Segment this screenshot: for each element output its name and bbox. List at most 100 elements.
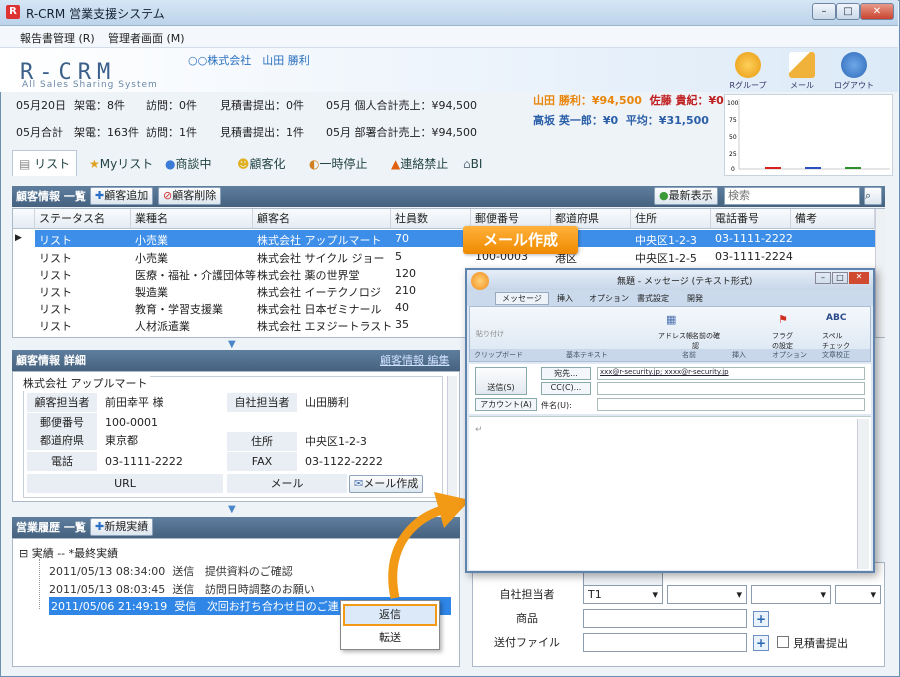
cell: 株式会社 アップルマート bbox=[257, 234, 382, 247]
history-subject: 提供資料のご確認 bbox=[204, 565, 293, 578]
sales-ranking: 山田 勝利：¥94,500 佐藤 貴紀：¥0 高坂 英一郎：¥0 平均：¥31,… bbox=[533, 92, 724, 128]
flag-icon: ⚑ bbox=[778, 313, 788, 326]
col-address[interactable]: 住所 bbox=[631, 209, 711, 229]
minimize-button[interactable]: – bbox=[812, 3, 836, 20]
col-industry[interactable]: 業種名 bbox=[131, 209, 253, 229]
attach-input[interactable] bbox=[583, 633, 747, 652]
close-button[interactable]: ✕ bbox=[860, 3, 894, 20]
mail-maximize-button[interactable]: □ bbox=[832, 272, 848, 284]
refresh-button[interactable]: ●最新表示 bbox=[654, 187, 718, 205]
owner-select-value: T1 bbox=[588, 588, 602, 601]
tab-list[interactable]: ▤ リスト bbox=[12, 150, 78, 176]
menu-reports[interactable]: 報告書管理 (R) bbox=[20, 30, 95, 46]
to-button[interactable]: 宛先... bbox=[541, 367, 591, 380]
select-2[interactable]: ▾ bbox=[667, 585, 747, 604]
search-input[interactable] bbox=[724, 187, 860, 205]
mail-close-button[interactable]: ✕ bbox=[849, 272, 869, 284]
mail-minimize-button[interactable]: – bbox=[815, 272, 831, 284]
mail-label: メール bbox=[790, 81, 814, 90]
ribbon-tab-options[interactable]: オプション bbox=[589, 293, 629, 304]
forward-menu-item[interactable]: 転送 bbox=[343, 628, 437, 648]
ribbon-tab-message[interactable]: メッセージ bbox=[495, 292, 549, 305]
add-product-button[interactable]: + bbox=[753, 611, 769, 627]
stat-month-calls: 架電：163件 bbox=[74, 126, 139, 139]
col-notes[interactable]: 備考 bbox=[791, 209, 875, 229]
edit-customer-link[interactable]: 顧客情報 編集 bbox=[380, 350, 450, 371]
chevron-down-icon: ▾ bbox=[736, 588, 742, 601]
splitter-arrow-icon[interactable]: ▼ bbox=[228, 504, 236, 515]
owner-select[interactable]: T1 ▾ bbox=[583, 585, 663, 604]
table-row[interactable]: リスト 小売業 株式会社 サイクル ジョー 5 100-0003 港区 中央区1-2-5 03… bbox=[35, 248, 875, 265]
cell: 5 bbox=[395, 250, 402, 263]
cell: リスト bbox=[39, 269, 72, 282]
mail-body[interactable]: ↵ bbox=[469, 416, 871, 570]
group-icon bbox=[735, 52, 761, 78]
spell-label[interactable]: スペル チェック bbox=[822, 331, 850, 351]
col-phone[interactable]: 電話番号 bbox=[711, 209, 791, 229]
group-button[interactable]: Rグループ bbox=[728, 52, 768, 91]
tree-root[interactable]: ⊟ 実績 -- *最終実績 bbox=[19, 545, 118, 561]
prefecture-label: 都道府県 bbox=[27, 431, 97, 450]
history-item[interactable]: 2011/05/13 08:03:45 送信 訪問日時調整のお願い bbox=[49, 581, 315, 597]
quote-checkbox[interactable] bbox=[777, 636, 789, 648]
history-date: 2011/05/13 08:34:00 bbox=[49, 565, 166, 578]
add-customer-label: 顧客追加 bbox=[104, 189, 149, 202]
splitter-arrow-icon[interactable]: ▼ bbox=[228, 339, 236, 350]
product-input[interactable] bbox=[583, 609, 747, 628]
select-3[interactable]: ▾ bbox=[751, 585, 831, 604]
cell: リスト bbox=[39, 320, 72, 333]
ribbon-tab-developer[interactable]: 開発 bbox=[687, 293, 703, 304]
tab-negotiating[interactable]: ●商談中 bbox=[158, 150, 219, 176]
address-label: 住所 bbox=[227, 432, 297, 451]
delete-customer-button[interactable]: ⊘顧客削除 bbox=[158, 187, 222, 205]
tab-bi[interactable]: ⌂BI bbox=[456, 150, 489, 176]
send-button[interactable]: 送信(S) bbox=[475, 367, 527, 395]
cc-button[interactable]: CC(C)... bbox=[541, 382, 591, 395]
mail-button[interactable]: メール bbox=[782, 52, 822, 91]
table-row[interactable]: リスト 小売業 株式会社 アップルマート 70 中央区1-2-3 03-1111-2222 bbox=[35, 230, 875, 247]
cell: 35 bbox=[395, 318, 409, 331]
tab-mylist[interactable]: ★Myリスト bbox=[82, 150, 160, 176]
tab-paused[interactable]: ◐一時停止 bbox=[302, 150, 375, 176]
new-record-button[interactable]: ✚新規実績 bbox=[90, 518, 154, 536]
office-button-icon[interactable] bbox=[471, 272, 489, 290]
check-names-label[interactable]: 名前の確認 bbox=[692, 331, 722, 351]
record-form-panel: 自社担当者 T1 ▾ ▾ ▾ ▾ 商品 + 送付ファイル + 見積書提出 bbox=[472, 562, 885, 667]
group-proofing: 文章校正 bbox=[822, 351, 850, 359]
menu-bar: 報告書管理 (R) 管理者画面 (M) bbox=[0, 26, 898, 48]
cell: 株式会社 日本ゼミナール bbox=[257, 303, 382, 316]
body-cursor: ↵ bbox=[475, 425, 483, 435]
col-customer[interactable]: 顧客名 bbox=[253, 209, 391, 229]
paste-label[interactable]: 貼り付け bbox=[476, 329, 504, 339]
flag-label[interactable]: フラグの設定 bbox=[772, 331, 794, 351]
grid-scrollbar[interactable] bbox=[875, 209, 885, 337]
account-button[interactable]: アカウント(A) bbox=[475, 398, 537, 411]
logout-button[interactable]: ログアウト bbox=[834, 52, 874, 91]
to-field[interactable]: xxx@r-security.jp; xxxx@r-security.jp bbox=[597, 367, 865, 380]
body-scrollbar[interactable] bbox=[857, 419, 869, 569]
mylist-icon: ★ bbox=[89, 157, 100, 171]
group-insert: 挿入 bbox=[732, 351, 746, 359]
tab-customer[interactable]: ☻顧客化 bbox=[230, 150, 293, 176]
subject-field[interactable] bbox=[597, 398, 865, 411]
ribbon-tab-format[interactable]: 書式設定 bbox=[637, 293, 669, 304]
search-button[interactable]: ⌕ bbox=[864, 187, 882, 205]
tab-no-contact[interactable]: ▲連絡禁止 bbox=[384, 150, 455, 176]
add-attach-button[interactable]: + bbox=[753, 635, 769, 651]
cc-field[interactable] bbox=[597, 382, 865, 395]
history-item[interactable]: 2011/05/13 08:34:00 送信 提供資料のご確認 bbox=[49, 563, 293, 579]
cell: 40 bbox=[395, 301, 409, 314]
col-employees[interactable]: 社員数 bbox=[391, 209, 471, 229]
menu-admin[interactable]: 管理者画面 (M) bbox=[108, 30, 185, 46]
history-title: 営業履歴 一覧 bbox=[16, 521, 86, 534]
ribbon-tab-insert[interactable]: 挿入 bbox=[557, 293, 573, 304]
cell: 株式会社 エヌジートラスト bbox=[257, 320, 393, 333]
select-4[interactable]: ▾ bbox=[835, 585, 881, 604]
add-customer-button[interactable]: ✚顧客追加 bbox=[90, 187, 154, 205]
maximize-button[interactable]: □ bbox=[836, 3, 860, 20]
mini-tick-50: 50 bbox=[729, 134, 737, 141]
stat-date: 05月20日 bbox=[16, 99, 66, 112]
address-book-label[interactable]: アドレス帳 bbox=[658, 331, 693, 341]
tree-root-label: 実績 -- *最終実績 bbox=[31, 547, 119, 560]
col-status[interactable]: ステータス名 bbox=[35, 209, 131, 229]
